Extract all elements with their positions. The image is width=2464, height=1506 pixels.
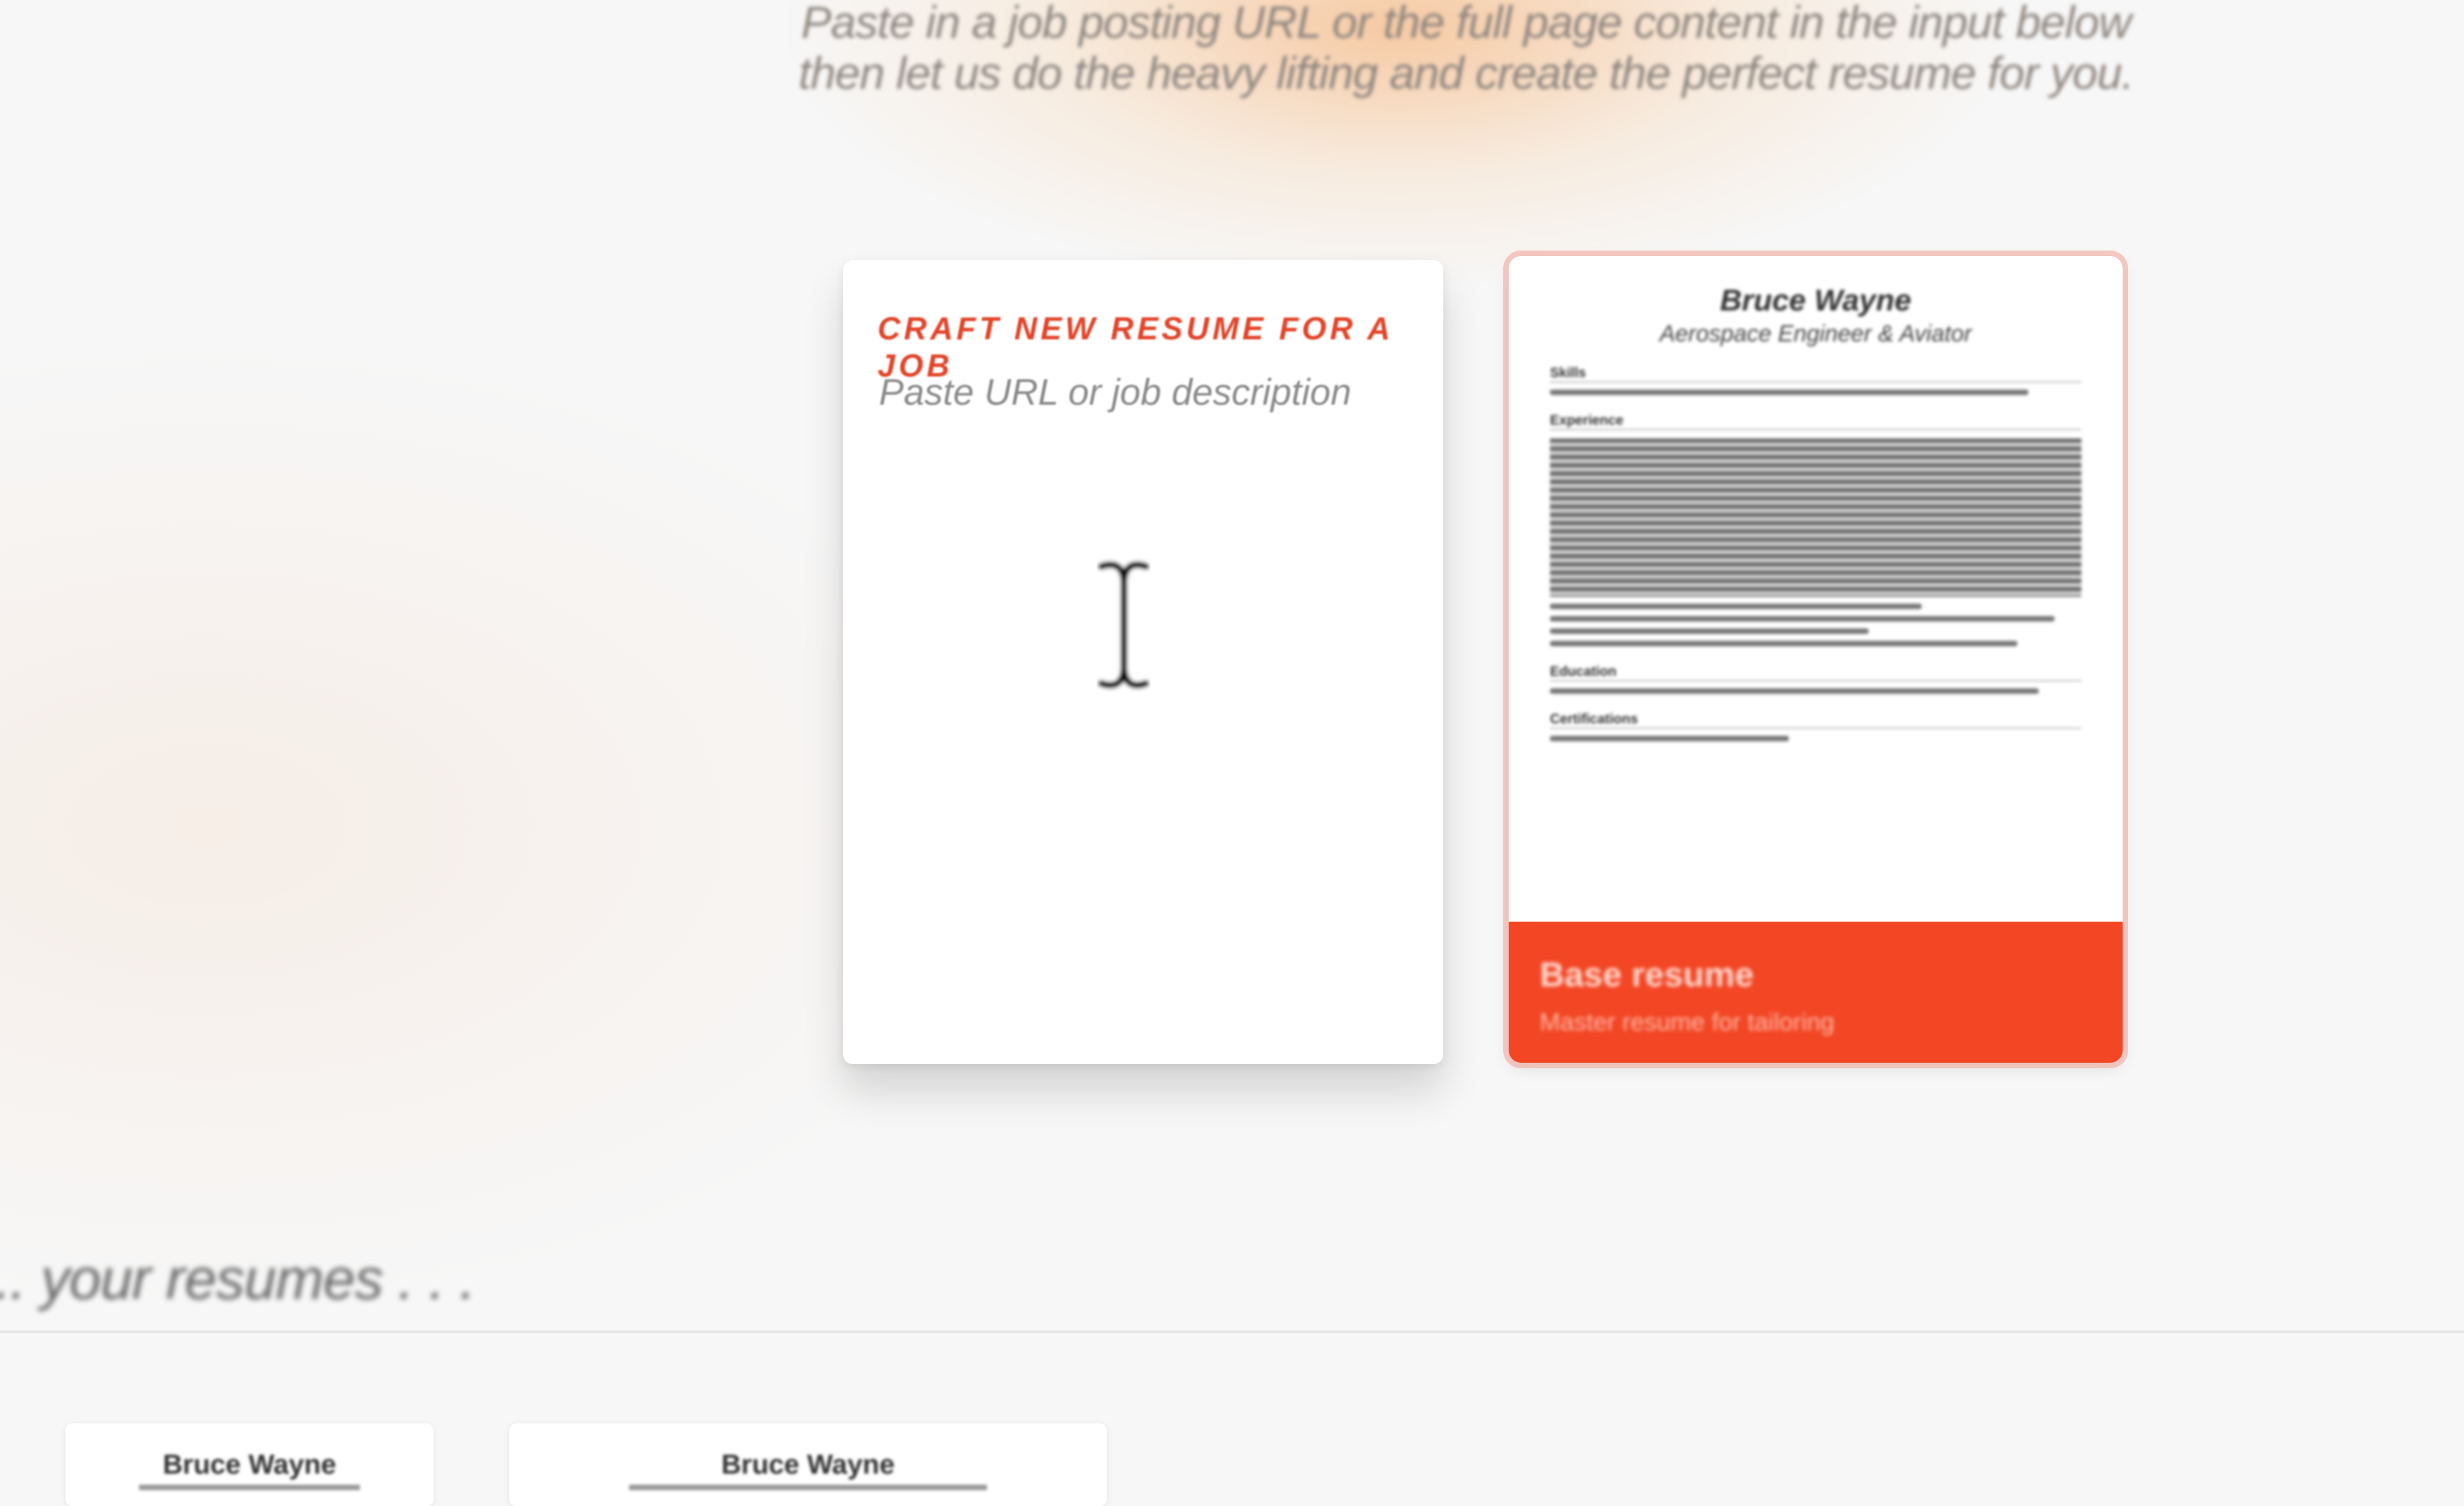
resume-card-name: Bruce Wayne	[721, 1450, 895, 1480]
section-divider	[0, 1330, 2464, 1333]
text-cursor-icon	[1070, 549, 1173, 701]
craft-resume-card[interactable]: CRAFT NEW RESUME FOR A JOB	[843, 260, 1443, 1064]
preview-section: Education	[1550, 664, 2081, 681]
resume-card[interactable]: Bruce Wayne	[509, 1423, 1107, 1506]
job-description-input[interactable]	[878, 370, 1410, 414]
base-card-title: Base resume	[1540, 955, 1754, 994]
base-card-subtitle: Master resume for tailoring	[1540, 1008, 1835, 1036]
resumes-section-heading: ... your resumes . . .	[0, 1247, 476, 1311]
preview-name: Bruce Wayne	[1720, 284, 1911, 317]
tagline: Paste in a job posting URL or the full p…	[798, 0, 2134, 98]
resume-card[interactable]: Bruce Wayne	[65, 1423, 434, 1506]
preview-section: Certifications	[1550, 712, 2081, 729]
resume-preview: Bruce Wayne Aerospace Engineer & Aviator…	[1550, 284, 2081, 903]
preview-section: Experience	[1550, 413, 2081, 430]
preview-subtitle: Aerospace Engineer & Aviator	[1659, 321, 1972, 347]
resume-card-name: Bruce Wayne	[162, 1450, 337, 1480]
base-resume-card[interactable]: Bruce Wayne Aerospace Engineer & Aviator…	[1509, 256, 2123, 1063]
base-card-footer: Base resume Master resume for tailoring	[1509, 922, 2123, 1063]
preview-section: Skills	[1550, 365, 2081, 383]
